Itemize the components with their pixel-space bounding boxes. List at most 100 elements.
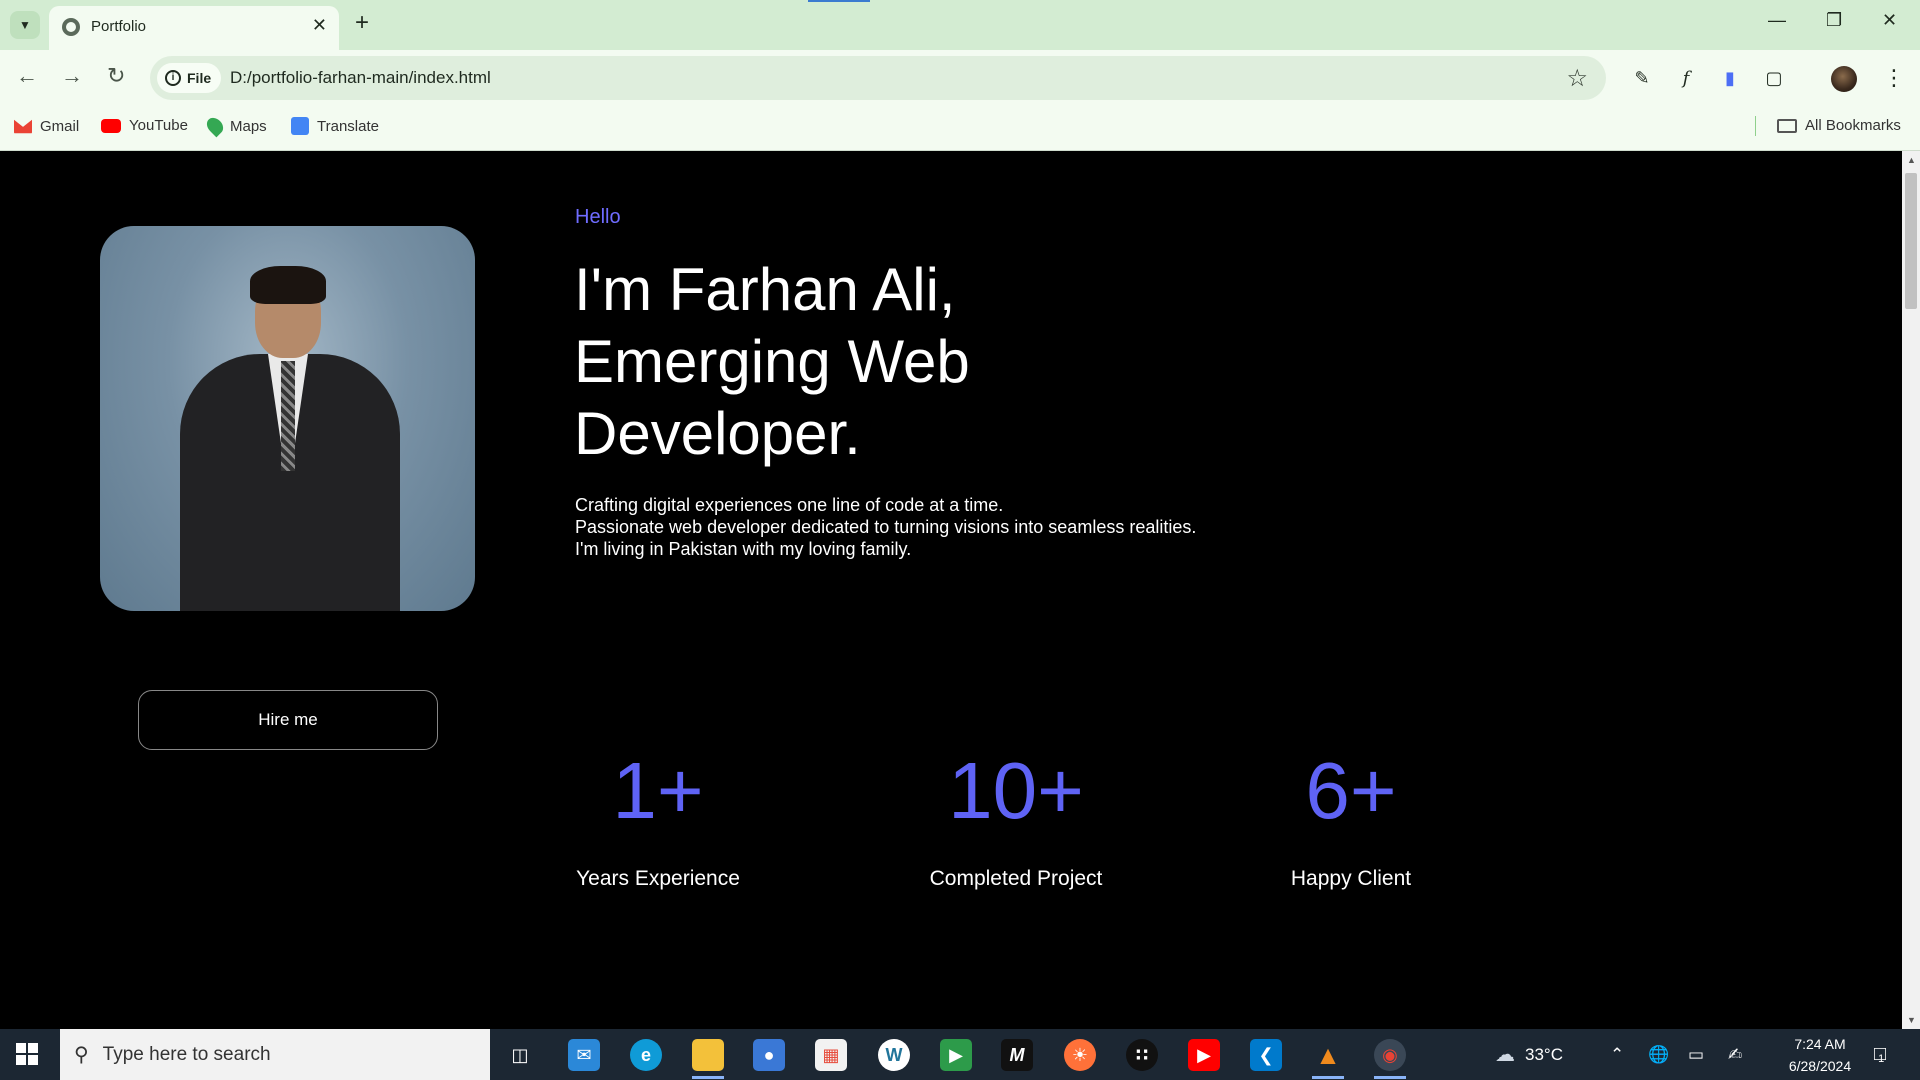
profile-avatar[interactable] [1831,66,1857,92]
scroll-up-arrow-icon[interactable]: ▲ [1907,155,1916,165]
font-extension-icon[interactable]: f [1674,66,1698,90]
taskbar-active-indicator [1312,1076,1344,1079]
bookmark-label: YouTube [129,117,188,134]
headline-line: Developer. [574,400,861,467]
greeting-text: Hello [575,206,621,228]
battery-icon[interactable]: ▭ [1688,1029,1704,1080]
stat-happy-clients: 6+ Happy Client [1221,751,1481,891]
stat-label: Completed Project [929,867,1103,890]
scrollbar-thumb[interactable] [1905,173,1917,309]
taskbar-search[interactable]: ⚲ Type here to search [60,1029,490,1080]
clock-time: 7:24 AM [1794,1036,1846,1052]
forward-button[interactable]: → [61,63,83,89]
firefox-icon[interactable]: ☀ [1064,1039,1096,1071]
windows-taskbar: ⚲ Type here to search ◫ ✉ e ● ▦ W ▶ M ☀ … [0,1029,1920,1080]
address-bar[interactable]: i File D:/portfolio-farhan-main/index.ht… [150,56,1606,100]
meet-icon[interactable]: ▶ [940,1039,972,1071]
bio-line: Passionate web developer dedicated to tu… [575,517,1197,537]
back-button[interactable]: ← [16,63,38,89]
minimize-button[interactable]: — [1768,10,1786,31]
bio-line: Crafting digital experiences one line of… [575,495,1004,515]
tab-portfolio[interactable]: Portfolio ✕ [49,6,339,50]
stat-label: Happy Client [1290,867,1412,890]
bio-line: I'm living in Pakistan with my loving fa… [575,539,912,559]
all-bookmarks-label: All Bookmarks [1805,117,1901,134]
mendeley-icon[interactable]: M [1001,1039,1033,1071]
globe-icon [62,18,80,36]
folder-icon [1777,118,1797,133]
chrome-icon[interactable]: ◉ [1374,1039,1406,1071]
pen-icon[interactable]: ✍ [1728,1029,1742,1080]
notification-count: 1 [1878,1052,1885,1065]
menu-kebab-icon[interactable]: ⋮ [1882,65,1906,90]
network-globe-icon[interactable]: 🌐 [1648,1029,1669,1080]
weather-temp: 33°C [1525,1044,1563,1064]
dots-app-icon[interactable]: ∷ [1126,1039,1158,1071]
tab-search-button[interactable]: ▼ [10,11,40,39]
bookmark-maps[interactable]: Maps [203,114,267,138]
notification-center[interactable]: □ 1 [1874,1029,1886,1080]
close-tab-icon[interactable]: ✕ [312,15,327,36]
bookmark-youtube[interactable]: YouTube [101,117,188,134]
edge-icon[interactable]: e [630,1039,662,1071]
contacts-icon[interactable]: ● [753,1039,785,1071]
bookmark-translate[interactable]: Translate [291,117,379,135]
maps-icon [203,114,227,138]
taskbar-search-placeholder: Type here to search [102,1043,271,1065]
reload-button[interactable]: ↻ [107,63,125,89]
wordpress-icon[interactable]: W [878,1039,910,1071]
windows-start-icon[interactable] [16,1043,38,1065]
site-info-chip[interactable]: i File [157,63,221,93]
new-tab-button[interactable]: + [355,9,369,37]
eyedropper-extension-icon[interactable]: ✎ [1630,66,1654,90]
stat-value: 10+ [948,746,1084,835]
search-icon: ⚲ [74,1044,89,1066]
taskbar-active-indicator [692,1076,724,1079]
bookmark-label: Gmail [40,117,80,135]
gmail-icon [14,119,32,134]
headline-line: I'm Farhan Ali, [574,256,956,323]
chevron-down-icon: ▼ [19,18,31,32]
vscode-icon[interactable]: ❮ [1250,1039,1282,1071]
bookmarks-divider [1755,116,1756,136]
stat-value: 6+ [1305,746,1397,835]
weather-cloud-icon: ☁ [1495,1044,1515,1066]
youtube-app-icon[interactable]: ▶ [1188,1039,1220,1071]
extensions-puzzle-icon[interactable]: ▢ [1762,66,1786,90]
profile-photo [100,226,475,611]
bookmark-label: Translate [317,117,379,135]
show-hidden-icons-chevron-icon[interactable]: ⌃ [1610,1029,1624,1080]
scroll-down-arrow-icon[interactable]: ▼ [1907,1015,1916,1025]
bookmarks-bar: Gmail YouTube Maps Translate All Bookmar… [0,108,1920,151]
stat-label: Years Experience [576,867,740,890]
hire-me-button[interactable]: Hire me [138,690,438,750]
bookmark-star-icon[interactable]: ☆ [1566,64,1588,93]
person-tie [281,361,295,471]
translate-icon [291,117,309,135]
weather-widget[interactable]: ☁ 33°C [1495,1029,1563,1080]
page-scrollbar[interactable]: ▲ ▼ [1902,151,1920,1029]
bookmark-label: Maps [230,117,267,135]
clock-date: 6/28/2024 [1788,1058,1852,1074]
person-hair [250,266,326,304]
page-headline: I'm Farhan Ali, Emerging Web Developer. [574,254,1174,470]
bio-text: Crafting digital experiences one line of… [575,494,1196,560]
close-window-button[interactable]: ✕ [1882,10,1897,31]
vlc-icon[interactable]: ▲ [1312,1039,1344,1071]
system-clock[interactable]: 7:24 AM 6/28/2024 [1765,1033,1875,1077]
loading-indicator [808,0,870,2]
taskbar-active-indicator [1374,1076,1406,1079]
task-view-icon[interactable]: ◫ [504,1039,536,1071]
stat-completed-projects: 10+ Completed Project [886,751,1146,891]
clipboard-extension-icon[interactable]: ▮ [1718,66,1742,90]
microsoft-store-icon[interactable]: ▦ [815,1039,847,1071]
mail-icon[interactable]: ✉ [568,1039,600,1071]
restore-button[interactable]: ❐ [1826,10,1842,31]
file-explorer-icon[interactable] [692,1039,724,1071]
info-icon: i [165,70,181,86]
all-bookmarks[interactable]: All Bookmarks [1777,117,1901,134]
site-info-label: File [187,70,212,86]
headline-line: Emerging Web [574,328,970,395]
bookmark-gmail[interactable]: Gmail [14,117,79,135]
url-text[interactable]: D:/portfolio-farhan-main/index.html [230,68,491,88]
